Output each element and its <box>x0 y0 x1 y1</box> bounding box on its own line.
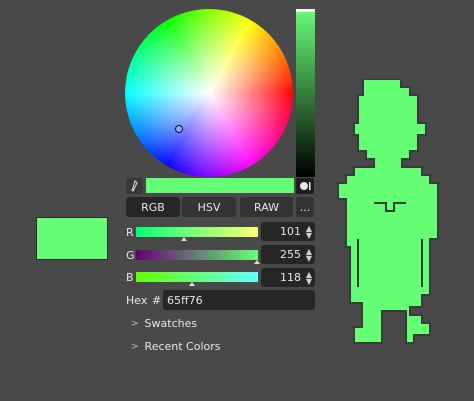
recent-colors-label: Recent Colors <box>144 340 221 353</box>
slider-r[interactable] <box>136 227 258 237</box>
hex-label: Hex <box>126 294 148 307</box>
slider-g-marker[interactable] <box>254 260 260 264</box>
spinbox-g[interactable]: 255 ▲ ▼ <box>261 245 315 264</box>
hex-hash: # <box>152 294 162 307</box>
tab-raw[interactable]: RAW <box>240 197 293 217</box>
color-preview-bar <box>146 178 294 193</box>
spinbox-b[interactable]: 118 ▲ ▼ <box>261 268 315 287</box>
tab-rgb[interactable]: RGB <box>126 197 180 217</box>
spinbox-g-value: 255 <box>280 248 301 261</box>
slider-label-b: B <box>126 271 134 284</box>
spinbox-r[interactable]: 101 ▲ ▼ <box>261 222 315 241</box>
slider-g[interactable] <box>136 250 258 260</box>
more-options-button[interactable]: ... <box>296 197 314 217</box>
chevron-right-icon: > <box>131 318 139 329</box>
stepper-arrows-icon[interactable]: ▲ ▼ <box>304 270 314 285</box>
slider-b-marker[interactable] <box>189 282 195 286</box>
sample-toggle-icon <box>300 182 311 190</box>
eyedropper-button[interactable] <box>126 178 143 194</box>
stepper-arrows-icon[interactable]: ▲ ▼ <box>304 247 314 262</box>
slider-label-g: G <box>126 249 135 262</box>
value-slider-cursor[interactable] <box>296 9 315 12</box>
swatches-section-toggle[interactable]: > Swatches <box>131 317 197 330</box>
sample-toggle-button[interactable] <box>296 178 314 194</box>
wheel-cursor[interactable] <box>175 125 183 133</box>
slider-r-marker[interactable] <box>181 237 187 241</box>
slider-label-r: R <box>126 226 134 239</box>
hex-input[interactable]: 65ff76 <box>163 290 315 310</box>
swatches-label: Swatches <box>144 317 198 330</box>
chevron-right-icon: > <box>131 341 139 352</box>
eyedropper-icon <box>130 180 138 192</box>
spinbox-b-value: 118 <box>280 271 301 284</box>
color-wheel[interactable] <box>125 9 293 177</box>
slider-b[interactable] <box>136 272 258 282</box>
tab-hsv[interactable]: HSV <box>182 197 236 217</box>
recent-colors-section-toggle[interactable]: > Recent Colors <box>131 340 221 353</box>
stepper-arrows-icon[interactable]: ▲ ▼ <box>304 224 314 239</box>
value-slider[interactable] <box>296 9 315 177</box>
sprite-preview <box>337 79 439 344</box>
current-color-swatch[interactable] <box>36 217 108 260</box>
spinbox-r-value: 101 <box>280 225 301 238</box>
